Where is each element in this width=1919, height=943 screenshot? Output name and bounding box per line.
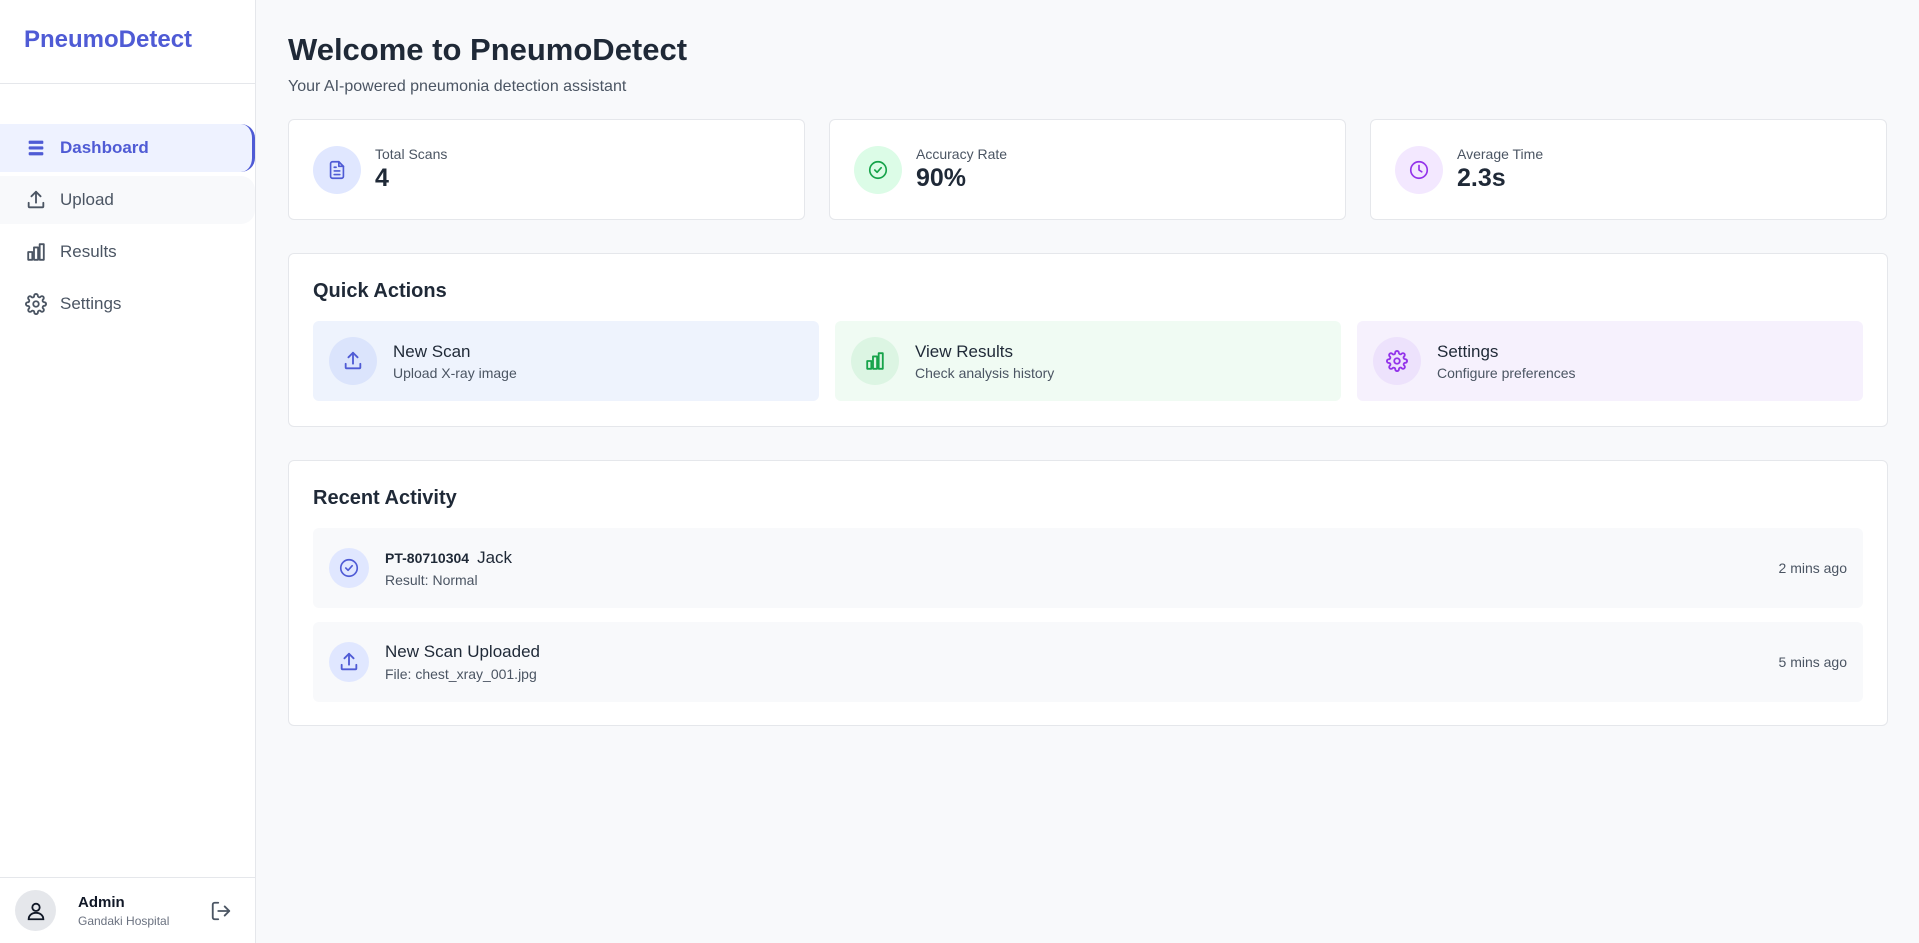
avatar[interactable]: [15, 890, 56, 931]
view-results-button[interactable]: View Results Check analysis history: [835, 321, 1341, 401]
activity-item[interactable]: PT-80710304 Jack Result: Normal 2 mins a…: [313, 528, 1863, 608]
sidebar-item-label: Dashboard: [60, 138, 149, 157]
activity-title: New Scan Uploaded: [385, 642, 540, 661]
stat-label: Total Scans: [375, 146, 448, 162]
action-title: New Scan: [393, 341, 471, 361]
sidebar-item-label: Upload: [60, 190, 114, 209]
page-subtitle: Your AI-powered pneumonia detection assi…: [288, 78, 627, 95]
stat-card-total-scans: Total Scans 4: [288, 119, 805, 220]
activity-subtitle: Result: Normal: [385, 572, 478, 588]
bar-chart-icon: [25, 241, 47, 263]
sidebar-item-upload[interactable]: Upload: [0, 176, 255, 224]
stat-value: 2.3s: [1457, 164, 1506, 192]
stat-value: 90%: [916, 164, 967, 192]
gear-icon: [25, 293, 47, 315]
gear-icon: [1373, 337, 1421, 385]
page-title: Welcome to PneumoDetect: [288, 32, 688, 67]
main-content: Welcome to PneumoDetect Your AI-powered …: [288, 0, 1888, 726]
logout-icon: [211, 901, 231, 920]
clock-icon: [1395, 145, 1443, 194]
document-icon: [313, 145, 361, 194]
stat-label: Average Time: [1457, 146, 1544, 162]
sidebar-item-dashboard[interactable]: Dashboard: [0, 124, 255, 172]
logout-button[interactable]: [209, 899, 233, 923]
upload-icon: [329, 642, 369, 682]
activity-item[interactable]: New Scan Uploaded File: chest_xray_001.j…: [313, 622, 1863, 702]
patient-name: Jack: [477, 548, 513, 567]
recent-activity-panel: Recent Activity PT-80710304 Jack Result:…: [288, 460, 1888, 726]
activity-subtitle: File: chest_xray_001.jpg: [385, 666, 537, 682]
action-title: Settings: [1437, 341, 1499, 361]
list-icon: [25, 137, 47, 159]
action-title: View Results: [915, 341, 1013, 361]
quick-actions-panel: Quick Actions New Scan Upload X-ray imag…: [288, 253, 1888, 427]
stat-value: 4: [375, 164, 389, 192]
sidebar-nav: Dashboard Upload Results Settings: [0, 124, 255, 328]
stat-card-accuracy: Accuracy Rate 90%: [829, 119, 1346, 220]
section-title: Quick Actions: [313, 280, 447, 302]
stats-row: Total Scans 4 Accuracy Rate 90% Average …: [288, 119, 1888, 220]
sidebar-item-label: Results: [60, 242, 117, 261]
sidebar-item-label: Settings: [60, 294, 122, 313]
new-scan-button[interactable]: New Scan Upload X-ray image: [313, 321, 819, 401]
bar-chart-icon: [851, 337, 899, 385]
sidebar-item-results[interactable]: Results: [0, 228, 255, 276]
sidebar: PneumoDetect Dashboard Upload Results Se…: [0, 0, 256, 943]
user-profile: Admin Gandaki Hospital: [0, 877, 255, 943]
patient-id: PT-80710304: [385, 550, 470, 566]
sidebar-item-settings[interactable]: Settings: [0, 280, 255, 328]
upload-icon: [25, 189, 47, 211]
app-brand[interactable]: PneumoDetect: [0, 0, 255, 84]
check-circle-icon: [329, 548, 369, 588]
activity-time: 5 mins ago: [1778, 654, 1847, 670]
activity-time: 2 mins ago: [1778, 560, 1847, 576]
action-subtitle: Configure preferences: [1437, 364, 1576, 381]
user-name: Admin: [78, 893, 125, 911]
action-subtitle: Check analysis history: [915, 364, 1055, 381]
user-organization: Gandaki Hospital: [78, 913, 170, 928]
check-circle-icon: [854, 145, 902, 194]
settings-action-button[interactable]: Settings Configure preferences: [1357, 321, 1863, 401]
upload-icon: [329, 337, 377, 385]
section-title: Recent Activity: [313, 487, 457, 509]
stat-label: Accuracy Rate: [916, 146, 1008, 162]
action-subtitle: Upload X-ray image: [393, 364, 517, 381]
stat-card-average-time: Average Time 2.3s: [1370, 119, 1887, 220]
